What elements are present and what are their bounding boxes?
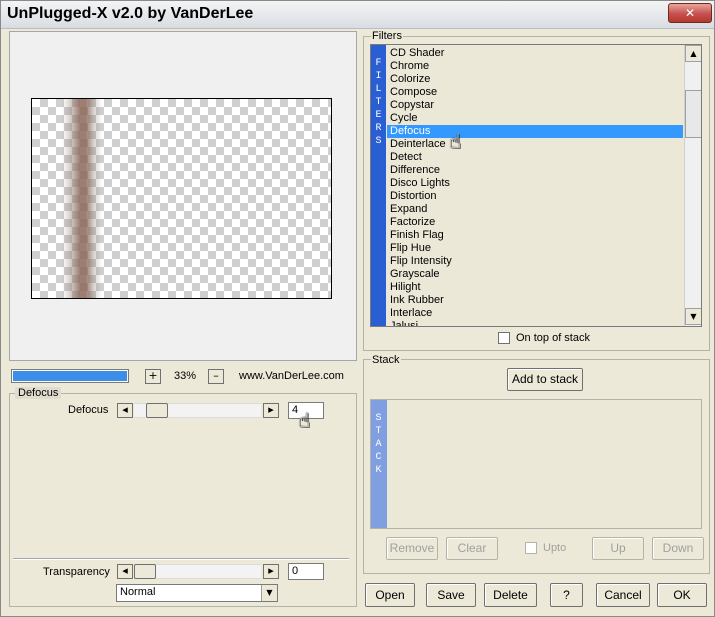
defocus-param-label: Defocus xyxy=(68,404,109,416)
clear-button[interactable]: Clear xyxy=(446,537,498,560)
filter-item[interactable]: CD Shader xyxy=(387,47,683,60)
filter-item[interactable]: Factorize xyxy=(387,216,683,229)
filter-item-selected[interactable]: Defocus xyxy=(387,125,683,138)
filter-item[interactable]: Flip Hue xyxy=(387,242,683,255)
remove-button[interactable]: Remove xyxy=(386,537,438,560)
zoom-in-button[interactable]: + xyxy=(145,369,161,384)
down-button[interactable]: Down xyxy=(652,537,704,560)
filter-item[interactable]: Grayscale xyxy=(387,268,683,281)
stack-group-title: Stack xyxy=(371,354,401,366)
filter-params-title: Defocus xyxy=(15,387,62,399)
on-top-checkbox[interactable] xyxy=(498,332,510,344)
transparency-value-input[interactable]: 0 xyxy=(288,563,324,580)
blend-mode-select[interactable]: Normal ▼ xyxy=(116,584,278,602)
progress-fill xyxy=(13,371,127,381)
scroll-thumb[interactable] xyxy=(685,90,701,138)
strip-letter: K xyxy=(375,465,382,476)
upto-checkbox[interactable] xyxy=(525,542,537,554)
zoom-out-button[interactable]: – xyxy=(208,369,224,384)
filter-item[interactable]: Distortion xyxy=(387,190,683,203)
filter-item[interactable]: Jalusi xyxy=(387,320,683,326)
close-button[interactable]: ✕ xyxy=(668,3,712,23)
add-to-stack-button[interactable]: Add to stack xyxy=(507,368,583,391)
filters-list[interactable]: FILTERS CD Shader Chrome Colorize Compose Co… xyxy=(370,44,702,327)
filter-item[interactable]: Chrome xyxy=(387,60,683,73)
filter-item[interactable]: Cycle xyxy=(387,112,683,125)
progress-bar xyxy=(11,369,129,383)
cancel-button[interactable]: Cancel xyxy=(596,583,650,607)
filters-scrollbar[interactable]: ▲ ▼ xyxy=(684,45,701,326)
filter-item[interactable]: Expand xyxy=(387,203,683,216)
transparency-increase-button[interactable]: ▸ xyxy=(263,564,279,579)
plugin-window: UnPlugged-X v2.0 by VanDerLee ✕ + 33% – … xyxy=(0,0,715,617)
strip-letter: T xyxy=(375,426,382,437)
help-button[interactable]: ? xyxy=(550,583,583,607)
strip-letter: F xyxy=(375,58,382,69)
ok-button[interactable]: OK xyxy=(657,583,707,607)
filter-item[interactable]: Flip Intensity xyxy=(387,255,683,268)
defocus-slider-track[interactable] xyxy=(134,403,261,418)
defocus-decrease-button[interactable]: ◂ xyxy=(117,403,133,418)
website-link[interactable]: www.VanDerLee.com xyxy=(239,370,344,382)
filter-item[interactable]: Difference xyxy=(387,164,683,177)
dropdown-arrow-icon[interactable]: ▼ xyxy=(261,585,277,601)
up-button[interactable]: Up xyxy=(592,537,644,560)
stack-strip: STACK xyxy=(371,400,387,528)
preview-image-stripe xyxy=(62,99,102,298)
on-top-label: On top of stack xyxy=(516,332,590,344)
open-button[interactable]: Open xyxy=(365,583,415,607)
strip-letter: S xyxy=(375,136,382,147)
strip-letter: S xyxy=(375,413,382,424)
save-button[interactable]: Save xyxy=(426,583,476,607)
filter-item[interactable]: Detect xyxy=(387,151,683,164)
blend-mode-value: Normal xyxy=(120,586,156,598)
strip-letter: C xyxy=(375,452,382,463)
filter-item[interactable]: Colorize xyxy=(387,73,683,86)
filters-strip: FILTERS xyxy=(371,45,386,326)
strip-letter: T xyxy=(375,97,382,108)
transparency-decrease-button[interactable]: ◂ xyxy=(117,564,133,579)
preview-panel xyxy=(9,31,357,361)
hand-cursor-icon: ☝ xyxy=(298,408,311,432)
filter-item[interactable]: Disco Lights xyxy=(387,177,683,190)
transparency-slider-track[interactable] xyxy=(134,564,261,579)
filters-group-title: Filters xyxy=(371,30,403,42)
divider xyxy=(13,558,349,560)
filter-item[interactable]: Interlace xyxy=(387,307,683,320)
preview-canvas[interactable] xyxy=(31,98,332,299)
stack-list[interactable]: STACK xyxy=(370,399,702,529)
zoom-level: 33% xyxy=(174,370,197,382)
strip-letter: E xyxy=(375,110,382,121)
hand-cursor-icon: ☝ xyxy=(449,129,462,153)
strip-letter: R xyxy=(375,123,382,134)
transparency-label: Transparency xyxy=(43,566,110,578)
strip-letter: L xyxy=(375,84,382,95)
filter-item[interactable]: Copystar xyxy=(387,99,683,112)
filter-item[interactable]: Finish Flag xyxy=(387,229,683,242)
scroll-down-icon[interactable]: ▼ xyxy=(685,308,701,325)
delete-button[interactable]: Delete xyxy=(484,583,537,607)
filter-item[interactable]: Ink Rubber xyxy=(387,294,683,307)
defocus-increase-button[interactable]: ▸ xyxy=(263,403,279,418)
filter-item[interactable]: Deinterlace xyxy=(387,138,683,151)
filter-item[interactable]: Compose xyxy=(387,86,683,99)
filter-item[interactable]: Hilight xyxy=(387,281,683,294)
title-bar[interactable]: UnPlugged-X v2.0 by VanDerLee ✕ xyxy=(1,1,714,29)
scroll-up-icon[interactable]: ▲ xyxy=(685,45,701,62)
transparency-slider-thumb[interactable] xyxy=(134,564,156,579)
strip-letter: I xyxy=(375,71,382,82)
upto-label: Upto xyxy=(543,542,567,554)
strip-letter: A xyxy=(375,439,382,450)
defocus-slider-thumb[interactable] xyxy=(145,403,168,418)
window-title: UnPlugged-X v2.0 by VanDerLee xyxy=(7,5,254,22)
